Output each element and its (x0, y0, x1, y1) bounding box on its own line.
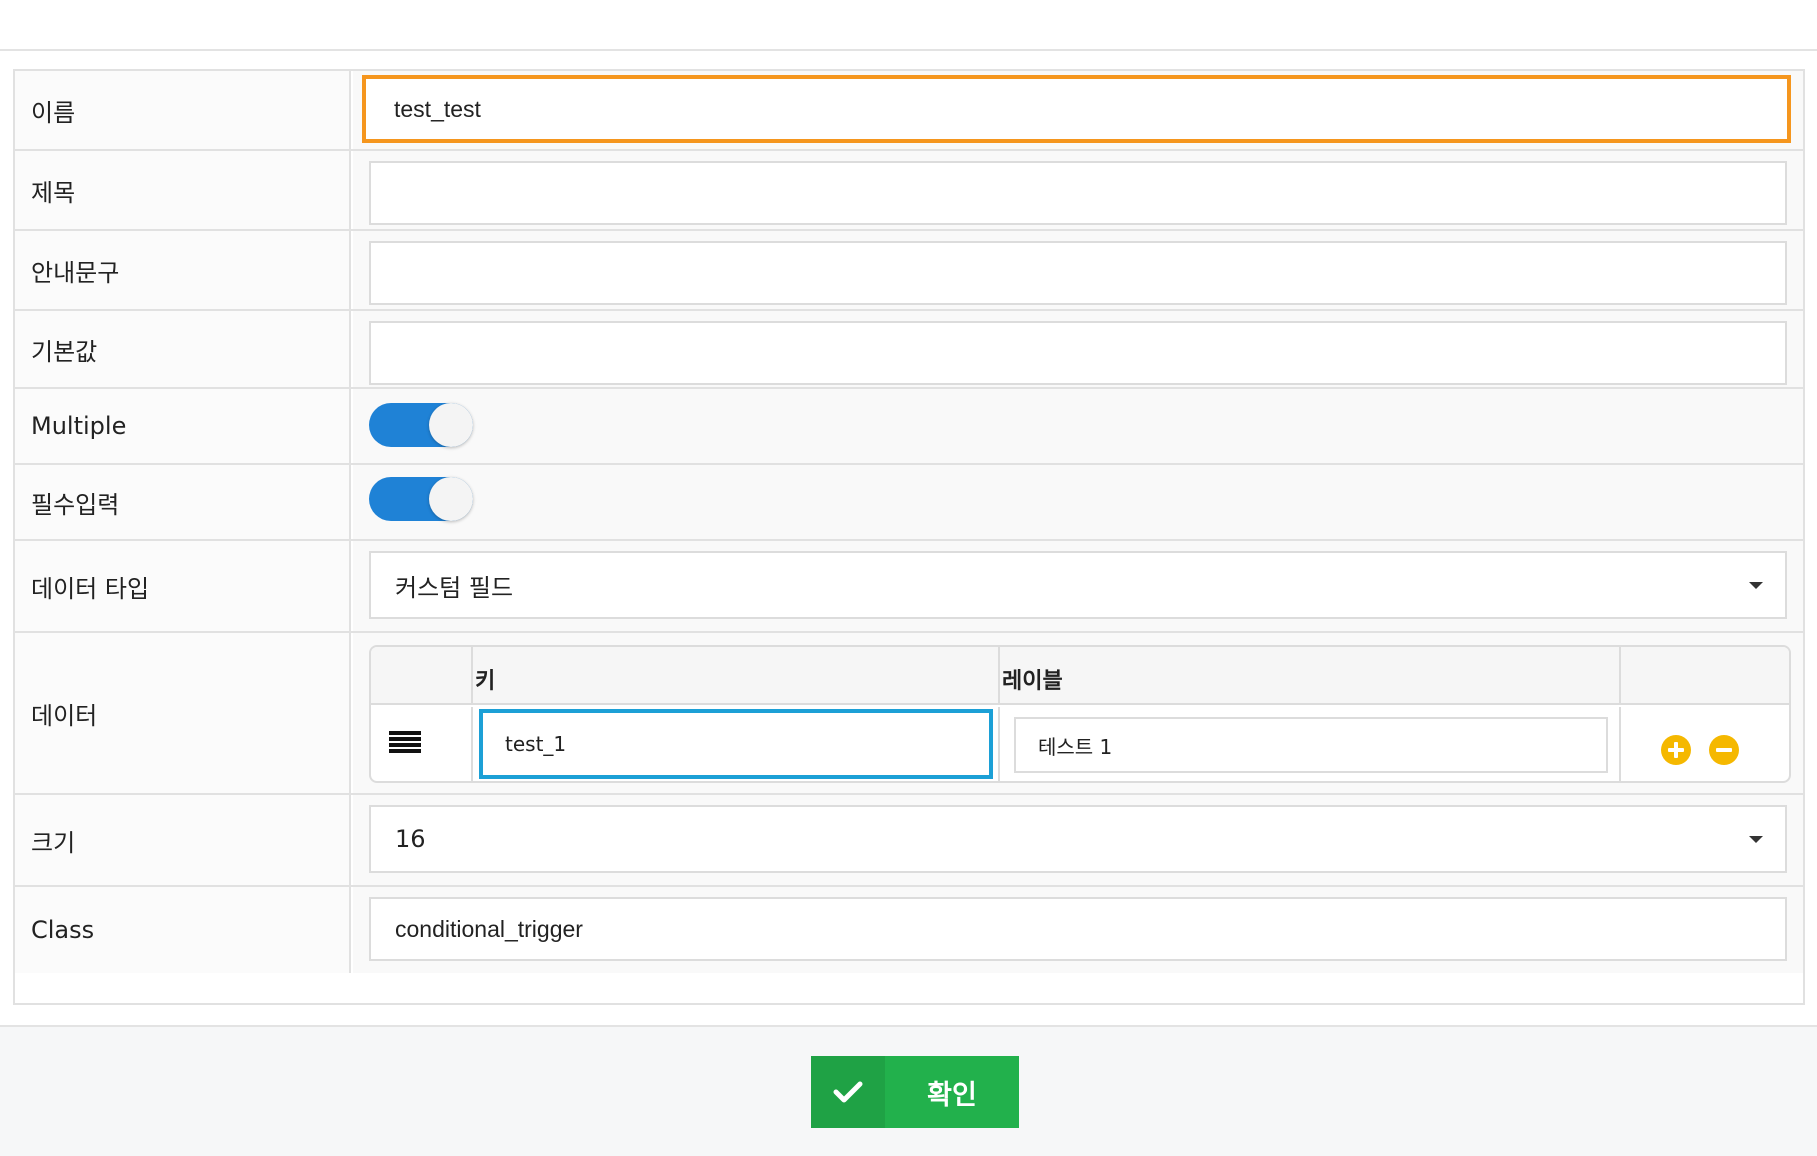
row-class: Class conditional_trigger (15, 887, 1803, 1003)
confirm-button[interactable]: 확인 (811, 1056, 1019, 1128)
row-size: 크기 16 (15, 795, 1803, 887)
title-label: 제목 (15, 151, 351, 229)
row-name: 이름 test_test (15, 71, 1803, 151)
minus-circle-icon[interactable] (1709, 735, 1739, 765)
required-toggle[interactable] (369, 477, 473, 521)
multiple-label: Multiple (15, 389, 351, 463)
data-type-label: 데이터 타입 (15, 541, 351, 631)
option-key-input[interactable]: test_1 (479, 709, 993, 779)
drag-handle-icon[interactable] (389, 731, 421, 753)
default-value-label: 기본값 (15, 311, 351, 387)
row-guide-text: 안내문구 (15, 231, 1803, 311)
data-label: 데이터 (15, 633, 351, 793)
multiple-toggle[interactable] (369, 403, 473, 447)
chevron-down-icon (1749, 582, 1763, 589)
name-label: 이름 (15, 71, 351, 149)
chevron-down-icon (1749, 836, 1763, 843)
row-title: 제목 (15, 151, 1803, 231)
toggle-knob (429, 477, 473, 521)
table-row: test_1 테스트 1 (371, 707, 1789, 781)
guide-text-input[interactable] (369, 241, 1787, 305)
class-input[interactable]: conditional_trigger (369, 897, 1787, 961)
default-value-input[interactable] (369, 321, 1787, 385)
row-default-value: 기본값 (15, 311, 1803, 389)
required-label: 필수입력 (15, 465, 351, 539)
name-input[interactable]: test_test (362, 75, 1791, 143)
row-data-type: 데이터 타입 커스텀 필드 (15, 541, 1803, 633)
toggle-knob (429, 403, 473, 447)
plus-circle-icon[interactable] (1661, 735, 1691, 765)
row-data: 데이터 키 레이블 test_1 테스트 1 (15, 633, 1803, 795)
size-selected-value: 16 (395, 825, 426, 853)
field-settings-form: 이름 test_test 제목 안내문구 기본값 Multiple 필수입력 데… (13, 69, 1805, 1005)
guide-text-label: 안내문구 (15, 231, 351, 309)
option-label-input[interactable]: 테스트 1 (1014, 717, 1608, 773)
data-table-header: 키 레이블 (371, 647, 1789, 705)
data-type-selected-value: 커스텀 필드 (395, 573, 514, 602)
size-select[interactable]: 16 (369, 805, 1787, 873)
confirm-button-label: 확인 (927, 1079, 977, 1111)
data-options-table: 키 레이블 test_1 테스트 1 (369, 645, 1791, 783)
row-required: 필수입력 (15, 465, 1803, 541)
check-icon (811, 1056, 885, 1128)
row-multiple: Multiple (15, 389, 1803, 465)
top-strip (0, 0, 1817, 51)
title-input[interactable] (369, 161, 1787, 225)
data-type-select[interactable]: 커스텀 필드 (369, 551, 1787, 619)
column-header-key: 키 (475, 669, 496, 694)
size-label: 크기 (15, 795, 351, 885)
class-label: Class (15, 887, 351, 973)
column-header-label: 레이블 (1002, 669, 1063, 694)
